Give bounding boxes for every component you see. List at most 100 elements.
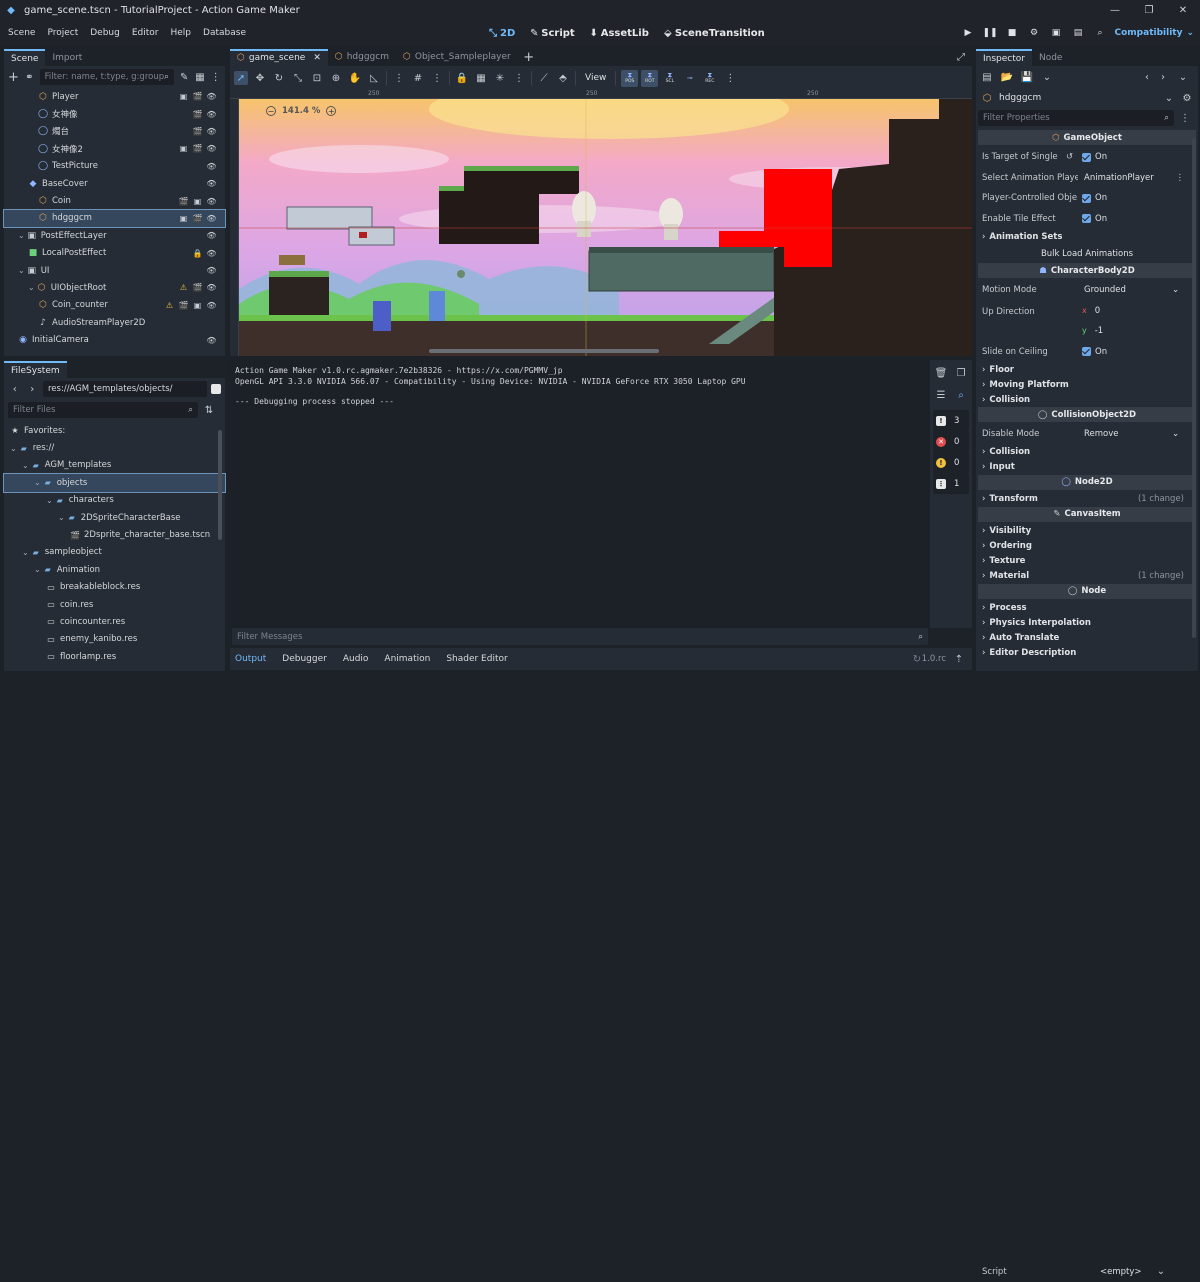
file-item-animation[interactable]: ⌄▰Animation bbox=[4, 561, 225, 578]
animation-options-icon[interactable]: ⋮ bbox=[723, 71, 737, 85]
agm-rot-button[interactable]: ⧗ROT bbox=[641, 70, 658, 87]
group-collision[interactable]: ›Collision bbox=[976, 445, 1198, 460]
workspace-tab-2d[interactable]: ⤡2D bbox=[486, 26, 515, 40]
zoom-out-icon[interactable]: − bbox=[266, 106, 276, 116]
scene-node-testpicture[interactable]: ◯TestPicture👁 bbox=[4, 158, 225, 175]
selectable-tool-icon[interactable]: ⊡ bbox=[310, 71, 324, 85]
group-input[interactable]: ›Input bbox=[976, 460, 1198, 475]
property-dropdown[interactable]: Remove⌄ bbox=[1082, 429, 1180, 439]
workspace-tab-script[interactable]: ✎Script bbox=[527, 26, 574, 40]
expand-arrow-icon[interactable]: ⌄ bbox=[22, 548, 29, 557]
inspector-scrollbar[interactable] bbox=[1192, 138, 1196, 638]
file-item-2dspritecharacterbase[interactable]: ⌄▰2DSpriteCharacterBase bbox=[4, 509, 225, 526]
visibility-eye-icon[interactable]: 👁 bbox=[206, 177, 217, 191]
visibility-eye-icon[interactable]: 👁 bbox=[206, 194, 217, 208]
expand-arrow-icon[interactable]: ⌄ bbox=[18, 266, 25, 275]
ruler-tool-icon[interactable]: ◺ bbox=[367, 71, 381, 85]
rotate-tool-icon[interactable]: ↻ bbox=[272, 71, 286, 85]
scene-node-uiobjectroot[interactable]: ⌄⬡UIObjectRoot⚠🎬👁 bbox=[4, 279, 225, 296]
expand-arrow-icon[interactable]: ⌄ bbox=[34, 565, 41, 574]
save-resource-icon[interactable]: 💾 bbox=[1020, 70, 1034, 84]
filter-messages-input[interactable]: Filter Messages ⌕ bbox=[232, 628, 928, 645]
file-item-coincounter-res[interactable]: ▭coincounter.res bbox=[4, 613, 225, 630]
expand-arrow-icon[interactable]: ⌄ bbox=[28, 283, 35, 292]
log-filter-toggle[interactable]: ✕0 bbox=[933, 431, 969, 452]
select-tool-icon[interactable]: ➚ bbox=[234, 71, 248, 85]
search-icon[interactable]: ⌕ bbox=[954, 388, 968, 402]
agm-rec-button[interactable]: ⧗REC bbox=[701, 70, 718, 87]
scene-tab-hdgggcm[interactable]: ⬡hdgggcm bbox=[328, 49, 396, 66]
menu-editor[interactable]: Editor bbox=[126, 28, 165, 38]
visibility-eye-icon[interactable]: 👁 bbox=[206, 246, 217, 260]
vector-x-field[interactable]: x0 bbox=[1082, 303, 1180, 319]
play-scene-icon[interactable]: ▣ bbox=[1046, 23, 1066, 43]
animation-icon[interactable]: 🎬 bbox=[192, 281, 203, 295]
close-tab-icon[interactable]: ✕ bbox=[313, 53, 321, 63]
animation-icon[interactable]: 🎬 bbox=[192, 90, 203, 104]
close-window-button[interactable]: ✕ bbox=[1166, 0, 1200, 20]
back-icon[interactable]: ‹ bbox=[8, 382, 22, 396]
grid-snap-icon[interactable]: # bbox=[411, 71, 425, 85]
file-item-objects[interactable]: ⌄▰objects bbox=[4, 474, 225, 491]
group-process[interactable]: ›Process bbox=[976, 601, 1198, 616]
scene-tab-game-scene[interactable]: ⬡game_scene✕ bbox=[230, 49, 328, 66]
group-ordering[interactable]: ›Ordering bbox=[976, 539, 1198, 554]
play-icon[interactable]: ▶ bbox=[958, 23, 978, 43]
agm-item-button[interactable]: ⊸ bbox=[681, 70, 698, 87]
file-item-favorites[interactable]: ★Favorites: bbox=[4, 422, 225, 439]
group-auto-translate[interactable]: ›Auto Translate bbox=[976, 631, 1198, 646]
animation-icon[interactable]: 🎬 bbox=[192, 211, 203, 225]
more-options-icon[interactable]: ⋮ bbox=[1176, 173, 1185, 183]
filter-properties-input[interactable]: Filter Properties⌕ bbox=[978, 110, 1174, 126]
chevron-down-icon[interactable]: ⌄ bbox=[1154, 1265, 1168, 1279]
scene-instance-icon[interactable]: ▣ bbox=[192, 298, 203, 312]
scene-node-initialcamera[interactable]: ◉InitialCamera👁 bbox=[4, 331, 225, 348]
movie-icon[interactable]: ⌕ bbox=[1090, 23, 1110, 43]
expand-arrow-icon[interactable]: ⌄ bbox=[18, 231, 25, 240]
expand-arrow-icon[interactable]: ⌄ bbox=[46, 496, 53, 505]
maximize-button[interactable]: ❐ bbox=[1132, 0, 1166, 20]
lock-icon[interactable]: 🔒 bbox=[455, 71, 469, 85]
menu-help[interactable]: Help bbox=[165, 28, 198, 38]
minimize-button[interactable]: — bbox=[1098, 0, 1132, 20]
file-item-coin-res[interactable]: ▭coin.res bbox=[4, 596, 225, 613]
warning-icon[interactable]: ⚠ bbox=[178, 281, 189, 295]
expand-arrow-icon[interactable]: ⌄ bbox=[22, 461, 29, 470]
bottom-tab-animation[interactable]: Animation bbox=[381, 654, 433, 664]
view-menu[interactable]: View bbox=[581, 73, 610, 83]
group-texture[interactable]: ›Texture bbox=[976, 554, 1198, 569]
skeleton-icon[interactable]: ✳ bbox=[493, 71, 507, 85]
file-item-agm-templates[interactable]: ⌄▰AGM_templates bbox=[4, 457, 225, 474]
log-filter-toggle[interactable]: !3 bbox=[933, 410, 969, 431]
extra-script-icon[interactable]: ▦ bbox=[195, 70, 206, 84]
scene-instance-icon[interactable]: ▣ bbox=[178, 142, 189, 156]
visibility-eye-icon[interactable]: 👁 bbox=[206, 107, 217, 121]
filter-files-input[interactable]: Filter Files⌕ bbox=[8, 402, 198, 418]
group-animation-sets[interactable]: ›Animation Sets bbox=[976, 229, 1198, 244]
file-item-floorlamp-res[interactable]: ▭floorlamp.res bbox=[4, 648, 225, 665]
attach-script-icon[interactable]: ✎ bbox=[179, 70, 190, 84]
viewport-hscrollbar[interactable] bbox=[429, 349, 659, 353]
scale-tool-icon[interactable]: ⤡ bbox=[291, 71, 305, 85]
move-tool-icon[interactable]: ✥ bbox=[253, 71, 267, 85]
menu-project[interactable]: Project bbox=[41, 28, 84, 38]
scene-tab-object-sampleplayer[interactable]: ⬡Object_Sampleplayer bbox=[396, 49, 518, 66]
scene-node-coin-counter[interactable]: ⬡Coin_counter⚠🎬▣👁 bbox=[4, 297, 225, 314]
group-floor[interactable]: ›Floor bbox=[976, 362, 1198, 377]
tab-filesystem[interactable]: FileSystem bbox=[4, 361, 67, 378]
more-options-icon[interactable]: ⋮ bbox=[210, 70, 221, 84]
menu-scene[interactable]: Scene bbox=[2, 28, 41, 38]
tab-node[interactable]: Node bbox=[1032, 49, 1070, 66]
path-field[interactable]: res://AGM_templates/objects/ bbox=[43, 381, 207, 397]
property-dropdown[interactable]: Grounded⌄ bbox=[1082, 285, 1180, 295]
property-checkbox[interactable]: On bbox=[1082, 152, 1107, 162]
agm-scl-button[interactable]: ⧗SCL bbox=[661, 70, 678, 87]
copy-output-icon[interactable]: ❐ bbox=[954, 366, 968, 380]
animation-icon[interactable]: 🎬 bbox=[178, 194, 189, 208]
visibility-eye-icon[interactable]: 👁 bbox=[206, 333, 217, 347]
visibility-eye-icon[interactable]: 👁 bbox=[206, 211, 217, 225]
bottom-tab-audio[interactable]: Audio bbox=[340, 654, 372, 664]
group-visibility[interactable]: ›Visibility bbox=[976, 524, 1198, 539]
scene-instance-icon[interactable]: ▣ bbox=[192, 194, 203, 208]
toggle-filters-icon[interactable]: ☰ bbox=[934, 388, 948, 402]
